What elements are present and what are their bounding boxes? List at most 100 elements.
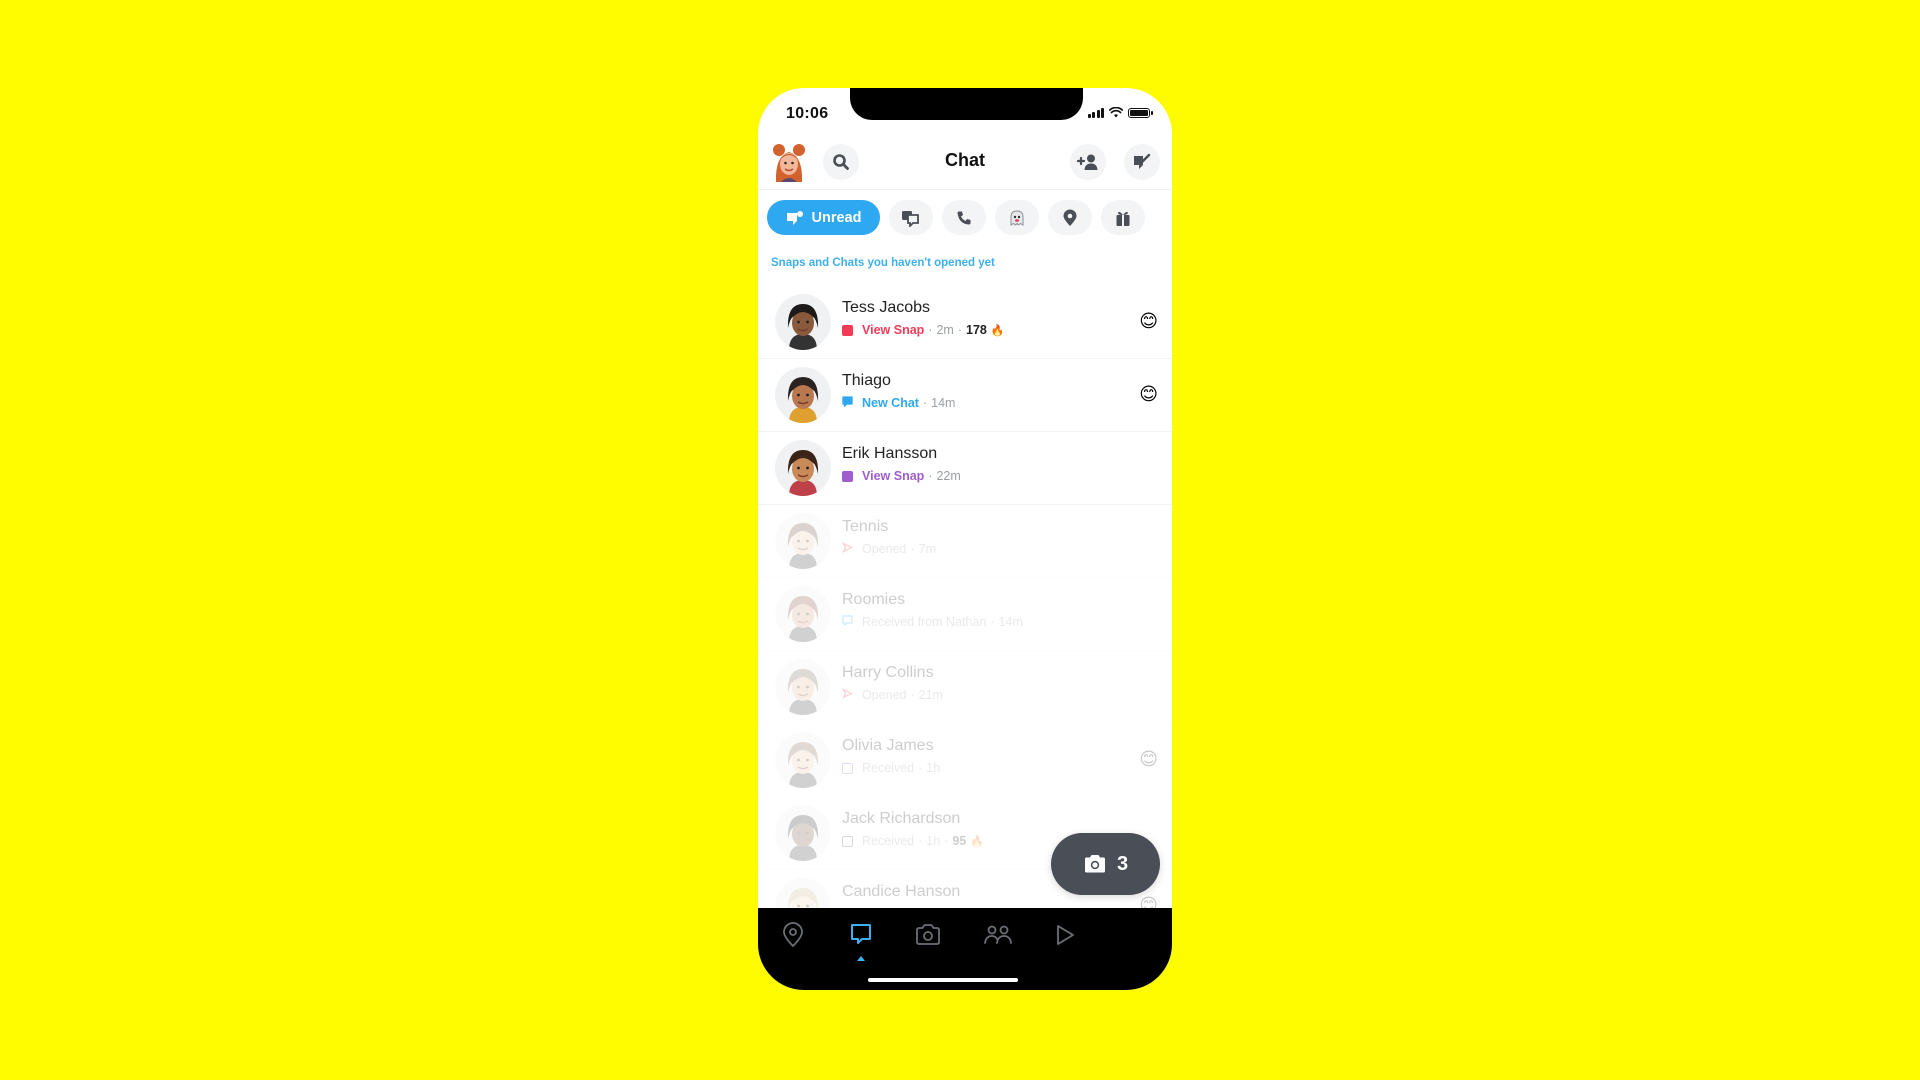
nav-map[interactable] bbox=[778, 920, 808, 950]
chat-avatar[interactable] bbox=[775, 659, 831, 715]
separator: · bbox=[922, 396, 928, 410]
chat-status: Received from Nathan bbox=[862, 615, 987, 629]
chat-row[interactable]: Erik Hansson View Snap · 22m bbox=[758, 432, 1172, 505]
add-friend-button[interactable] bbox=[1070, 144, 1106, 180]
opened-snap-icon bbox=[841, 541, 854, 556]
chat-row[interactable]: Tess Jacobs View Snap · 2m · 178 🔥 😊 bbox=[758, 286, 1172, 359]
chat-row[interactable]: Thiago New Chat · 14m 😊 bbox=[758, 359, 1172, 432]
chat-time: 1h bbox=[926, 761, 941, 775]
bitmoji-avatar-icon bbox=[787, 304, 819, 350]
chat-meta: Received · 1h bbox=[842, 761, 940, 775]
new-chat-button[interactable] bbox=[1124, 144, 1160, 180]
chat-name: Harry Collins bbox=[842, 664, 934, 681]
bitmoji-avatar-icon bbox=[787, 450, 819, 496]
chat-name: Tess Jacobs bbox=[842, 299, 931, 316]
chat-status: Received bbox=[862, 761, 915, 775]
add-friend-icon bbox=[1077, 154, 1098, 170]
bitmoji-avatar-icon bbox=[787, 377, 819, 423]
chat-avatar[interactable] bbox=[775, 513, 831, 569]
chat-name: Tennis bbox=[842, 518, 889, 535]
chat-name: Roomies bbox=[842, 591, 906, 608]
chat-avatar[interactable] bbox=[775, 732, 831, 788]
phone-screen: 10:06 Chat Unread Snaps and Chats you ha… bbox=[758, 88, 1172, 990]
chat-meta: Opened · 21m bbox=[841, 687, 943, 702]
separator: · bbox=[944, 834, 949, 848]
chat-meta: Received · 1h · 95 🔥 bbox=[842, 834, 984, 848]
bottom-navbar bbox=[758, 908, 1172, 990]
filter-stories[interactable] bbox=[995, 200, 1039, 235]
filter-unread[interactable]: Unread bbox=[767, 200, 880, 235]
chat-meta: Received from Nathan · 14m bbox=[842, 615, 1023, 629]
chat-name: Olivia James bbox=[842, 737, 934, 754]
bitmoji-avatar-icon bbox=[787, 523, 819, 569]
separator: · bbox=[928, 323, 933, 337]
home-indicator[interactable] bbox=[868, 978, 1018, 982]
friend-emoji-icon: 😊 bbox=[1139, 749, 1158, 769]
filter-groups[interactable] bbox=[889, 200, 933, 235]
battery-icon bbox=[1128, 107, 1153, 118]
streak-count: 178 bbox=[966, 323, 987, 337]
nav-friends[interactable] bbox=[981, 920, 1015, 950]
chat-avatar[interactable] bbox=[775, 367, 831, 423]
chat-meta: New Chat · 14m bbox=[842, 396, 955, 410]
chat-meta: View Snap · 2m · 178 🔥 bbox=[842, 323, 1005, 337]
bitmoji-avatar-icon bbox=[787, 596, 819, 642]
nav-camera[interactable] bbox=[913, 920, 943, 950]
chat-status-icon bbox=[842, 396, 853, 410]
phone-icon bbox=[957, 211, 971, 224]
camera-icon bbox=[1084, 855, 1105, 873]
filter-gifts[interactable] bbox=[1101, 200, 1145, 235]
chat-status: View Snap bbox=[862, 469, 925, 483]
camera-unread-button[interactable]: 3 bbox=[1051, 833, 1160, 895]
separator: · bbox=[910, 688, 915, 702]
chat-status: Opened bbox=[862, 688, 907, 702]
location-pin-icon bbox=[1063, 209, 1077, 226]
status-icons bbox=[1087, 107, 1153, 118]
filter-calls[interactable] bbox=[942, 200, 986, 235]
chat-time: 22m bbox=[936, 469, 961, 483]
snap-status-icon bbox=[842, 762, 853, 774]
filter-unread-label: Unread bbox=[811, 209, 862, 226]
chat-avatar[interactable] bbox=[775, 294, 831, 350]
chat-row[interactable]: Harry Collins Opened · 21m bbox=[758, 651, 1172, 724]
chat-avatar[interactable] bbox=[775, 440, 831, 496]
chat-row[interactable]: Tennis Opened · 7m bbox=[758, 505, 1172, 578]
filter-bar: Unread bbox=[767, 200, 1145, 235]
chat-status: New Chat bbox=[862, 396, 919, 410]
nav-spotlight[interactable] bbox=[1050, 920, 1080, 950]
chat-row[interactable]: Olivia James Received · 1h 😊 bbox=[758, 724, 1172, 797]
chat-time: 7m bbox=[918, 542, 937, 556]
chat-meta: Opened · 7m bbox=[841, 541, 937, 556]
snap-status-icon bbox=[842, 470, 853, 482]
header: Chat bbox=[758, 138, 1172, 190]
bitmoji-avatar-icon bbox=[787, 669, 819, 715]
filter-location[interactable] bbox=[1048, 200, 1092, 235]
status-time: 10:06 bbox=[786, 105, 829, 122]
chat-meta: View Snap · 22m bbox=[842, 469, 961, 483]
fire-icon: 🔥 bbox=[990, 324, 1005, 337]
friends-icon bbox=[984, 925, 1012, 944]
nav-chat[interactable] bbox=[846, 920, 876, 950]
chat-time: 2m bbox=[936, 323, 954, 337]
chat-time: 14m bbox=[931, 396, 956, 410]
chat-avatar[interactable] bbox=[775, 586, 831, 642]
groups-icon bbox=[902, 210, 919, 227]
chat-avatar[interactable] bbox=[775, 805, 831, 861]
friend-emoji-icon: 😊 bbox=[1139, 384, 1158, 404]
snap-status-icon bbox=[842, 835, 853, 847]
separator: · bbox=[918, 761, 923, 775]
gift-icon bbox=[1116, 211, 1130, 226]
separator: · bbox=[990, 615, 995, 629]
camera-unread-count: 3 bbox=[1116, 852, 1129, 875]
play-icon bbox=[1057, 925, 1074, 945]
chat-row[interactable]: Roomies Received from Nathan · 14m bbox=[758, 578, 1172, 651]
ghost-icon bbox=[1010, 209, 1024, 226]
chat-name: Jack Richardson bbox=[842, 810, 961, 827]
fire-icon: 🔥 bbox=[970, 835, 984, 848]
chat-time: 1h bbox=[926, 834, 941, 848]
separator: · bbox=[918, 834, 923, 848]
map-pin-icon bbox=[783, 922, 803, 948]
page-title: Chat bbox=[945, 150, 985, 170]
streak-count: 95 bbox=[952, 834, 967, 848]
wifi-icon bbox=[1109, 107, 1123, 118]
